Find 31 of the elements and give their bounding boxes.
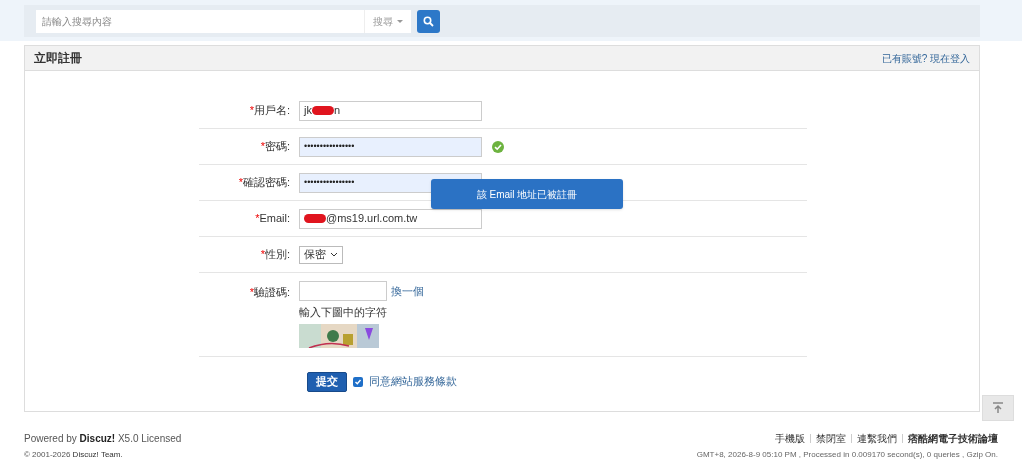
captcha-field[interactable] bbox=[299, 281, 387, 301]
field-label: *性別: bbox=[260, 248, 290, 261]
field-label: *用戶名: bbox=[249, 104, 290, 117]
agree-label: 同意網站服務條款 bbox=[369, 374, 457, 390]
panel-title: 立即註冊 bbox=[34, 50, 82, 67]
password-field[interactable]: •••••••••••••••• bbox=[299, 136, 482, 157]
arrow-up-icon bbox=[992, 402, 1004, 414]
powered-by-text: Powered by Discuz! X5.0 Licensed bbox=[24, 432, 182, 446]
login-link[interactable]: 已有賬號? 現在登入 bbox=[881, 50, 970, 66]
chevron-icon bbox=[330, 252, 338, 257]
footer-link[interactable]: 手機版 bbox=[775, 431, 805, 446]
captcha-hint: 輸入下圖中的字符 bbox=[299, 305, 388, 320]
field-label: *驗證碼: bbox=[249, 285, 290, 300]
footer-link[interactable]: 禁閉室 bbox=[816, 431, 846, 446]
server-stats-text: GMT+8, 2026-8-9 05:10 PM , Processed in 0.009170 second(s), 0 queries , Gzip On. bbox=[696, 449, 998, 461]
gender-select[interactable]: 保密 bbox=[299, 245, 343, 264]
submit-button[interactable]: 提交 bbox=[307, 371, 347, 392]
search-field[interactable]: 請輸入搜尋內容 bbox=[36, 9, 364, 33]
site-name-link[interactable]: 痞酷網電子技術論壇 bbox=[908, 431, 998, 446]
refresh-captcha-link[interactable]: 換一個 bbox=[391, 282, 424, 300]
error-tooltip: 該 Email 地址已被註冊 bbox=[431, 179, 623, 209]
field-label: *確認密碼: bbox=[238, 176, 290, 189]
text-field[interactable]: jk n bbox=[299, 100, 482, 121]
field-label: *密碼: bbox=[260, 140, 290, 153]
copyright-text: © 2001-2026 Discuz! Team. bbox=[24, 449, 124, 461]
footer-link[interactable]: 連繫我們 bbox=[857, 431, 897, 446]
search-icon bbox=[423, 15, 434, 27]
agree-checkbox[interactable] bbox=[353, 376, 363, 387]
field-label: *Email: bbox=[255, 212, 290, 225]
text-field[interactable]: @ms19.url.com.tw bbox=[299, 208, 482, 229]
search-button[interactable] bbox=[417, 9, 440, 33]
